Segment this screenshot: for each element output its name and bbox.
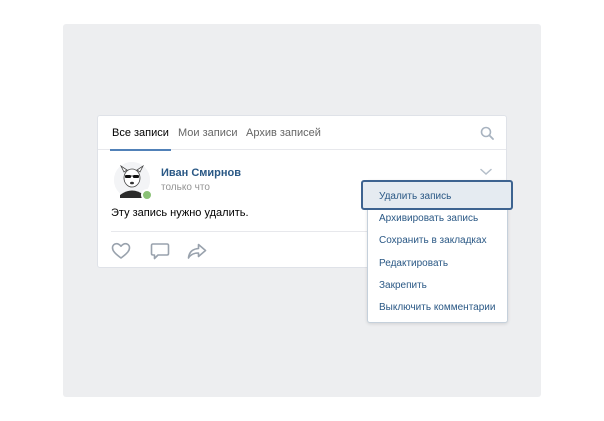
menu-item-disable-comments[interactable]: Выключить комментарии (379, 298, 495, 318)
post-time[interactable]: только что (161, 182, 210, 193)
heart-icon[interactable] (111, 242, 131, 260)
comment-icon[interactable] (150, 242, 170, 260)
menu-item-pin[interactable]: Закрепить (379, 276, 427, 296)
post-text: Эту запись нужно удалить. (111, 207, 249, 219)
tab-all-posts[interactable]: Все записи (110, 116, 171, 151)
menu-item-delete[interactable]: Удалить запись (379, 187, 451, 207)
menu-item-delete-highlight[interactable]: Удалить запись (361, 180, 513, 210)
chevron-down-icon[interactable] (480, 168, 492, 176)
menu-item-edit[interactable]: Редактировать (379, 254, 448, 274)
tab-my-posts[interactable]: Мои записи (178, 116, 238, 150)
menu-item-archive[interactable]: Архивировать запись (379, 209, 478, 229)
tab-archive[interactable]: Архив записей (246, 116, 321, 150)
search-icon[interactable] (480, 126, 494, 140)
post-author[interactable]: Иван Смирнов (161, 167, 241, 179)
wall-tabs: Все записи Мои записи Архив записей (98, 116, 506, 151)
online-indicator (141, 189, 153, 201)
menu-item-bookmark[interactable]: Сохранить в закладках (379, 231, 487, 251)
share-icon[interactable] (187, 242, 207, 260)
